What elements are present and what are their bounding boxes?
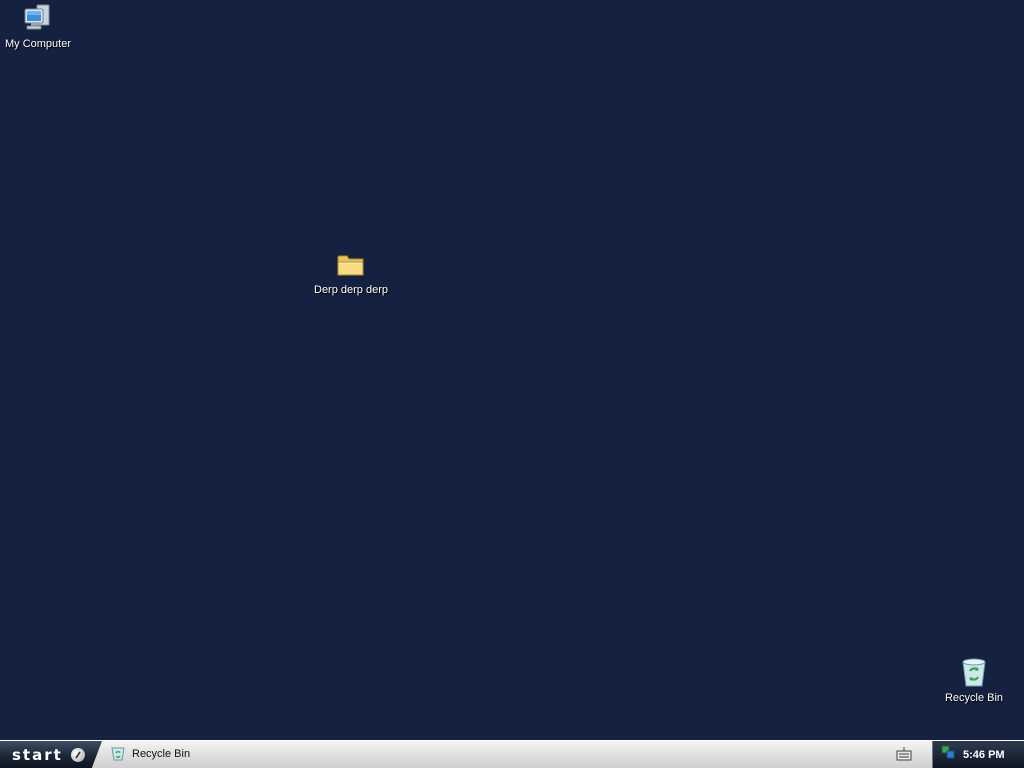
desktop-icon-recycle-bin[interactable]: Recycle Bin: [934, 656, 1014, 704]
recycle-bin-icon: [110, 745, 126, 764]
recycle-bin-icon: [957, 656, 991, 690]
network-icon[interactable]: [941, 745, 955, 764]
desktop-icon-label: My Computer: [4, 38, 72, 50]
start-label: start: [12, 745, 63, 764]
computer-icon: [21, 2, 55, 36]
start-orb-icon: [70, 747, 85, 762]
taskbar: start Recycle Bin 5:46 PM: [0, 740, 1024, 768]
desktop-icon-label: Derp derp derp: [314, 284, 388, 296]
clock[interactable]: 5:46 PM: [963, 749, 1005, 761]
taskbar-item-recycle-bin[interactable]: Recycle Bin: [110, 743, 270, 765]
desktop-icon-my-computer[interactable]: My Computer: [0, 2, 78, 50]
start-button[interactable]: start: [0, 741, 102, 768]
keyboard-icon[interactable]: [896, 746, 912, 762]
system-tray: 5:46 PM: [932, 741, 1024, 768]
taskbar-item-label: Recycle Bin: [132, 748, 191, 760]
desktop-icon-folder[interactable]: Derp derp derp: [311, 248, 391, 296]
folder-icon: [334, 248, 368, 282]
desktop-icon-label: Recycle Bin: [944, 692, 1004, 704]
desktop[interactable]: My Computer Derp derp derp Recycle Bin: [0, 0, 1024, 740]
